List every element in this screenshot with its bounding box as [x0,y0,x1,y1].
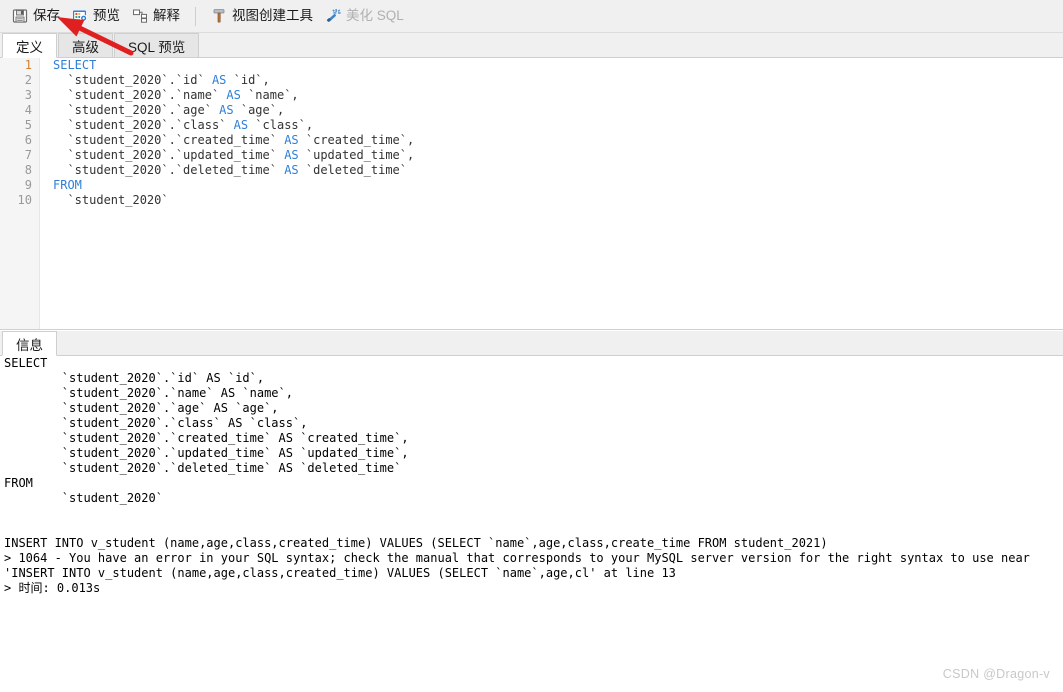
code-line: FROM [41,178,1063,193]
info-line: SELECT [4,356,48,370]
sql-keyword: AS [219,103,234,117]
code-line: `student_2020`.`deleted_time` AS `delete… [41,163,1063,178]
hammer-icon [211,8,227,24]
sql-identifier: `deleted_time` [298,163,408,177]
magic-wand-icon [325,8,341,24]
info-line: `student_2020` [4,491,163,505]
sql-identifier: `created_time`, [298,133,415,147]
code-line: `student_2020`.`id` AS `id`, [41,73,1063,88]
tab-advanced-label: 高级 [72,39,99,55]
info-tabstrip: 信息 [0,331,1063,356]
sql-identifier: `student_2020`.`class` [53,118,234,132]
sql-keyword: AS [233,118,249,132]
line-number: 2 [24,73,32,87]
info-line: `student_2020`.`class` AS `class`, [4,416,308,430]
code-line: `student_2020`.`age` AS `age`, [41,103,1063,118]
preview-button[interactable]: 预览 [66,4,126,29]
code-line: `student_2020`.`name` AS `name`, [41,88,1063,103]
sql-identifier: `name`, [240,88,299,102]
line-number-gutter: 1 2 3 4 5 6 7 8 9 10 [0,58,40,329]
line-number: 3 [24,88,32,102]
preview-button-label: 预览 [93,8,120,24]
save-button[interactable]: 保存 [6,4,66,29]
line-number: 5 [24,118,32,132]
code-line: `student_2020`.`updated_time` AS `update… [41,148,1063,163]
info-line: `student_2020`.`age` AS `age`, [4,401,279,415]
beautify-sql-label: 美化 SQL [346,8,404,24]
line-number: 8 [24,163,32,177]
save-button-label: 保存 [33,8,60,24]
info-line: `student_2020`.`updated_time` AS `update… [4,446,409,460]
info-line: FROM [4,476,33,490]
tab-definition[interactable]: 定义 [2,33,57,58]
info-output-panel[interactable]: SELECT `student_2020`.`id` AS `id`, `stu… [0,356,1063,692]
sql-identifier: `student_2020`.`id` [53,73,212,87]
toolbar: 保存 预览 解释 视图创建工具 美化 SQL [0,0,1063,33]
info-line: `student_2020`.`id` AS `id`, [4,371,265,385]
tab-sql-preview[interactable]: SQL 预览 [114,33,200,57]
info-line: INSERT INTO v_student (name,age,class,cr… [4,536,828,550]
line-number: 6 [24,133,32,147]
sql-identifier: `updated_time`, [298,148,415,162]
editor-tabstrip: 定义 高级 SQL 预览 [0,33,1063,58]
line-number: 1 [24,58,32,72]
line-number: 9 [24,178,32,192]
sql-keyword: AS [284,163,299,177]
info-line: `student_2020`.`name` AS `name`, [4,386,293,400]
code-line: `student_2020` [41,193,1063,208]
sql-identifier: `student_2020`.`deleted_time` [53,163,285,177]
code-line: `student_2020`.`class` AS `class`, [41,118,1063,133]
view-create-tool-button[interactable]: 视图创建工具 [205,4,319,29]
sql-identifier: `student_2020` [53,193,169,207]
sql-identifier: `class`, [248,118,314,132]
sql-code-area[interactable]: SELECT `student_2020`.`id` AS `id`, `stu… [41,58,1063,329]
code-line: SELECT [41,58,1063,73]
info-blank-line [0,506,1063,521]
sql-keyword: FROM [53,178,82,192]
info-blank-line [0,521,1063,536]
sql-identifier: `student_2020`.`age` [53,103,220,117]
tab-definition-label: 定义 [16,39,43,55]
view-designer-window: 保存 预览 解释 视图创建工具 美化 SQL 定义 高级 SQL 预览 1 2 … [0,0,1063,692]
tab-sql-preview-label: SQL 预览 [128,39,186,55]
sql-keyword: AS [226,88,241,102]
tab-advanced[interactable]: 高级 [58,33,113,57]
sql-identifier: `age`, [233,103,285,117]
sql-identifier: `id`, [226,73,270,87]
sql-keyword: AS [284,148,299,162]
sql-keyword: AS [284,133,299,147]
view-create-tool-label: 视图创建工具 [232,8,313,24]
toolbar-separator-1 [195,6,196,26]
info-line: `student_2020`.`deleted_time` AS `delete… [4,461,402,475]
floppy-disk-icon [12,8,28,24]
beautify-sql-button[interactable]: 美化 SQL [319,4,410,29]
sql-keyword: SELECT [53,58,97,72]
sql-identifier: `student_2020`.`created_time` [53,133,285,147]
preview-icon [72,8,88,24]
info-line: > 时间: 0.013s [4,581,101,595]
info-line: 'INSERT INTO v_student (name,age,class,c… [4,566,676,580]
sql-editor[interactable]: 1 2 3 4 5 6 7 8 9 10 SELECT `student_2020`.`id` A… [0,58,1063,330]
line-number: 7 [24,148,32,162]
watermark: CSDN @Dragon-v [942,667,1050,681]
info-line: > 1064 - You have an error in your SQL s… [4,551,1030,565]
code-line: `student_2020`.`created_time` AS `create… [41,133,1063,148]
sql-keyword: AS [211,73,227,87]
line-number: 4 [24,103,32,117]
explain-button-label: 解释 [153,8,180,24]
tab-info[interactable]: 信息 [2,331,57,356]
info-line: `student_2020`.`created_time` AS `create… [4,431,409,445]
explain-icon [132,8,148,24]
explain-button[interactable]: 解释 [126,4,186,29]
tab-info-label: 信息 [16,337,43,353]
line-number: 10 [17,193,32,207]
sql-identifier: `student_2020`.`name` [53,88,227,102]
sql-identifier: `student_2020`.`updated_time` [53,148,285,162]
